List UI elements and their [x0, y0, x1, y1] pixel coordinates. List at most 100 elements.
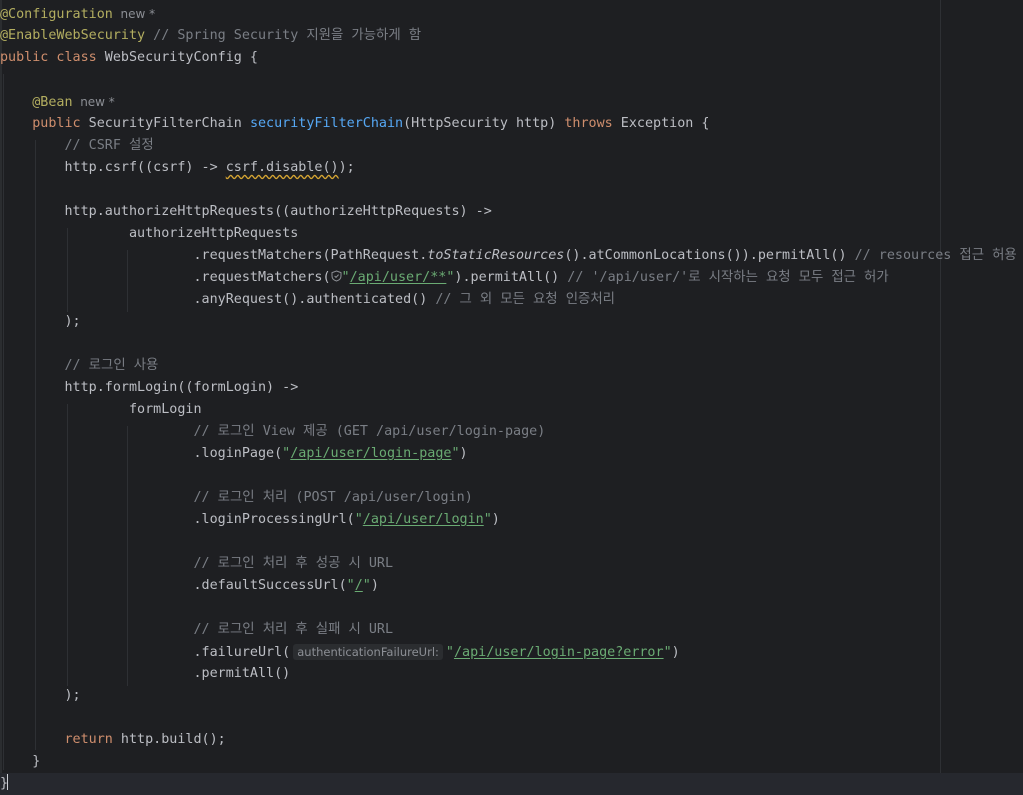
code-line[interactable]: public class WebSecurityConfig { [0, 47, 258, 69]
code-token: (HttpSecurity http) [403, 116, 565, 131]
code-token: .loginProcessingUrl( [0, 512, 355, 527]
string-literal: " [445, 645, 454, 660]
code-token: securityFilterChain [249, 116, 404, 131]
code-line[interactable]: authorizeHttpRequests [0, 223, 298, 245]
code-token: ); [338, 160, 355, 175]
code-line[interactable]: @Configuration new * [0, 3, 155, 25]
code-line[interactable]: .defaultSuccessUrl("/") [0, 575, 378, 597]
code-token: ().atCommonLocations()).permitAll() [564, 248, 855, 263]
string-literal: " [483, 512, 492, 527]
code-token: csrf.disable() [225, 160, 339, 175]
string-literal: " [341, 270, 350, 285]
code-line[interactable]: public SecurityFilterChain securityFilte… [0, 113, 710, 135]
string-literal: /api/user/login-page?error [453, 645, 664, 660]
code-comment: // CSRF 설정 [64, 138, 154, 153]
code-line[interactable]: return http.build(); [0, 729, 226, 751]
code-token: formLogin [0, 402, 202, 417]
string-literal: " [451, 446, 460, 461]
code-token: .requestMatchers( [0, 270, 331, 285]
code-token: throws [564, 116, 613, 131]
usage-hint[interactable]: new * [113, 7, 156, 21]
code-token: http.formLogin((formLogin) -> [0, 380, 299, 395]
code-line[interactable]: // 로그인 처리 후 성공 시 URL [0, 553, 393, 575]
code-line[interactable]: .anyRequest().authenticated() // 그 외 모든 … [0, 289, 615, 311]
string-literal: /api/user/login-page [290, 446, 452, 461]
code-editor[interactable]: @Configuration new * @EnableWebSecurity /… [0, 0, 1023, 795]
code-token: .defaultSuccessUrl( [0, 578, 347, 593]
code-line[interactable]: ); [0, 685, 81, 707]
shield-icon[interactable] [331, 268, 342, 282]
code-line[interactable]: .failureUrl(authenticationFailureUrl: "/a… [0, 641, 680, 663]
code-comment: // 로그인 처리 후 실패 시 URL [193, 622, 394, 637]
code-token: ).permitAll() [454, 270, 568, 285]
code-line[interactable]: // 로그인 처리 후 실패 시 URL [0, 619, 393, 641]
string-literal: " [362, 578, 371, 593]
code-token: SecurityFilterChain [80, 116, 250, 131]
code-line[interactable]: // 로그인 View 제공 (GET /api/user/login-page… [0, 421, 545, 443]
string-literal: / [354, 578, 363, 593]
string-literal: " [354, 512, 363, 527]
code-token: return [64, 732, 113, 747]
code-token: http.authorizeHttpRequests((authorizeHtt… [0, 204, 492, 219]
code-comment: // 그 외 모든 요청 인증처리 [435, 292, 615, 307]
code-line[interactable]: http.formLogin((formLogin) -> [0, 377, 298, 399]
code-token: Exception { [612, 116, 710, 131]
code-line[interactable]: ); [0, 311, 80, 333]
code-comment: // resources 접근 허용 설정 [854, 248, 1017, 263]
code-comment: // 로그인 사용 [64, 358, 159, 373]
string-literal: " [663, 645, 672, 660]
code-line[interactable]: formLogin [0, 399, 202, 421]
code-line[interactable]: .loginPage("/api/user/login-page") [0, 443, 468, 465]
string-literal: /api/user/login [362, 512, 484, 527]
code-line[interactable]: .requestMatchers("/api/user/**").permitA… [0, 267, 889, 289]
code-line[interactable]: .requestMatchers(PathRequest.toStaticRes… [0, 245, 1023, 267]
code-line[interactable]: // 로그인 사용 [0, 355, 159, 377]
code-token: ); [0, 688, 81, 703]
code-line[interactable]: } [0, 773, 1023, 795]
code-token: http.build(); [112, 732, 226, 747]
code-comment: // 로그인 View 제공 (GET /api/user/login-page… [193, 424, 546, 439]
code-line[interactable]: http.csrf((csrf) -> csrf.disable()); [0, 157, 355, 179]
usage-hint[interactable]: new * [73, 95, 115, 109]
code-comment: // 로그인 처리 후 성공 시 URL [193, 556, 394, 571]
string-literal: /api/user/** [349, 270, 447, 285]
code-token: WebSecurityConfig { [96, 50, 258, 65]
code-token: toStaticResources [427, 248, 565, 263]
code-comment: // 로그인 처리 (POST /api/user/login) [193, 490, 473, 505]
code-token: public class [0, 50, 97, 65]
code-line[interactable]: http.authorizeHttpRequests((authorizeHtt… [0, 201, 492, 223]
text-caret [7, 774, 9, 790]
code-line[interactable]: // CSRF 설정 [0, 135, 154, 157]
code-token: @Bean [32, 95, 73, 110]
code-token: .requestMatchers(PathRequest. [0, 248, 428, 263]
code-line[interactable]: @EnableWebSecurity // Spring Security 지원… [0, 25, 421, 47]
code-line[interactable]: } [0, 751, 40, 773]
code-token: ) [459, 446, 468, 461]
code-line[interactable]: .permitAll() [0, 663, 290, 685]
code-line[interactable]: // 로그인 처리 (POST /api/user/login) [0, 487, 473, 509]
code-token: @Configuration [0, 7, 113, 22]
code-token: public [32, 116, 81, 131]
code-token: .loginPage( [0, 446, 283, 461]
code-comment: // '/api/user/'로 시작하는 요청 모두 접근 허가 [567, 270, 889, 285]
parameter-hint[interactable]: authenticationFailureUrl: [293, 644, 443, 660]
code-line[interactable]: .loginProcessingUrl("/api/user/login") [0, 509, 500, 531]
code-token: http.csrf((csrf) -> [0, 160, 226, 175]
code-token: ) [491, 512, 500, 527]
code-token: ) [671, 645, 680, 660]
code-token: .anyRequest().authenticated() [0, 292, 436, 307]
code-token: } [0, 754, 41, 769]
code-token: @EnableWebSecurity [0, 28, 146, 43]
code-token: authorizeHttpRequests [0, 226, 299, 241]
code-comment: // Spring Security 지원을 가능하게 함 [145, 28, 422, 43]
code-line[interactable]: @Bean new * [0, 91, 115, 113]
code-token: .failureUrl( [0, 645, 291, 660]
